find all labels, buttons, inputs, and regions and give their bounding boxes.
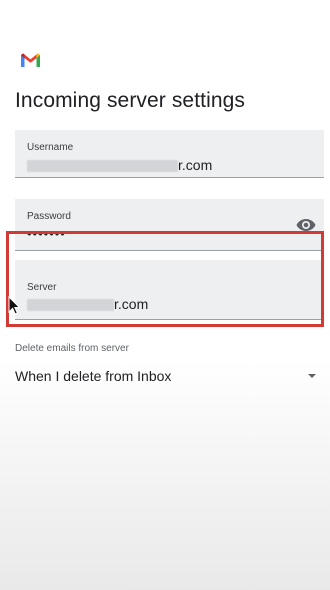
dropdown-arrow-icon[interactable] <box>308 374 316 378</box>
username-value-suffix: r.com <box>178 157 213 173</box>
username-value[interactable]: r.com <box>27 157 212 173</box>
server-label: Server <box>27 282 57 293</box>
password-label: Password <box>27 211 71 222</box>
password-value[interactable]: ••••••• <box>27 226 66 241</box>
delete-emails-selected-value: When I delete from Inbox <box>15 368 172 384</box>
server-field[interactable]: Server r.com <box>15 260 324 320</box>
gmail-icon <box>21 53 40 67</box>
server-redacted <box>27 299 114 312</box>
mouse-cursor-icon <box>8 296 20 315</box>
eye-icon[interactable] <box>296 218 316 232</box>
password-field[interactable]: Password ••••••• <box>15 199 324 251</box>
server-value[interactable]: r.com <box>27 296 148 312</box>
username-label: Username <box>27 142 74 153</box>
page-title: Incoming server settings <box>15 89 245 112</box>
username-field[interactable]: Username r.com <box>15 130 324 178</box>
username-redacted <box>27 160 178 173</box>
delete-emails-dropdown[interactable]: When I delete from Inbox <box>15 365 318 389</box>
server-value-suffix: r.com <box>114 296 149 312</box>
delete-emails-label: Delete emails from server <box>15 343 129 354</box>
